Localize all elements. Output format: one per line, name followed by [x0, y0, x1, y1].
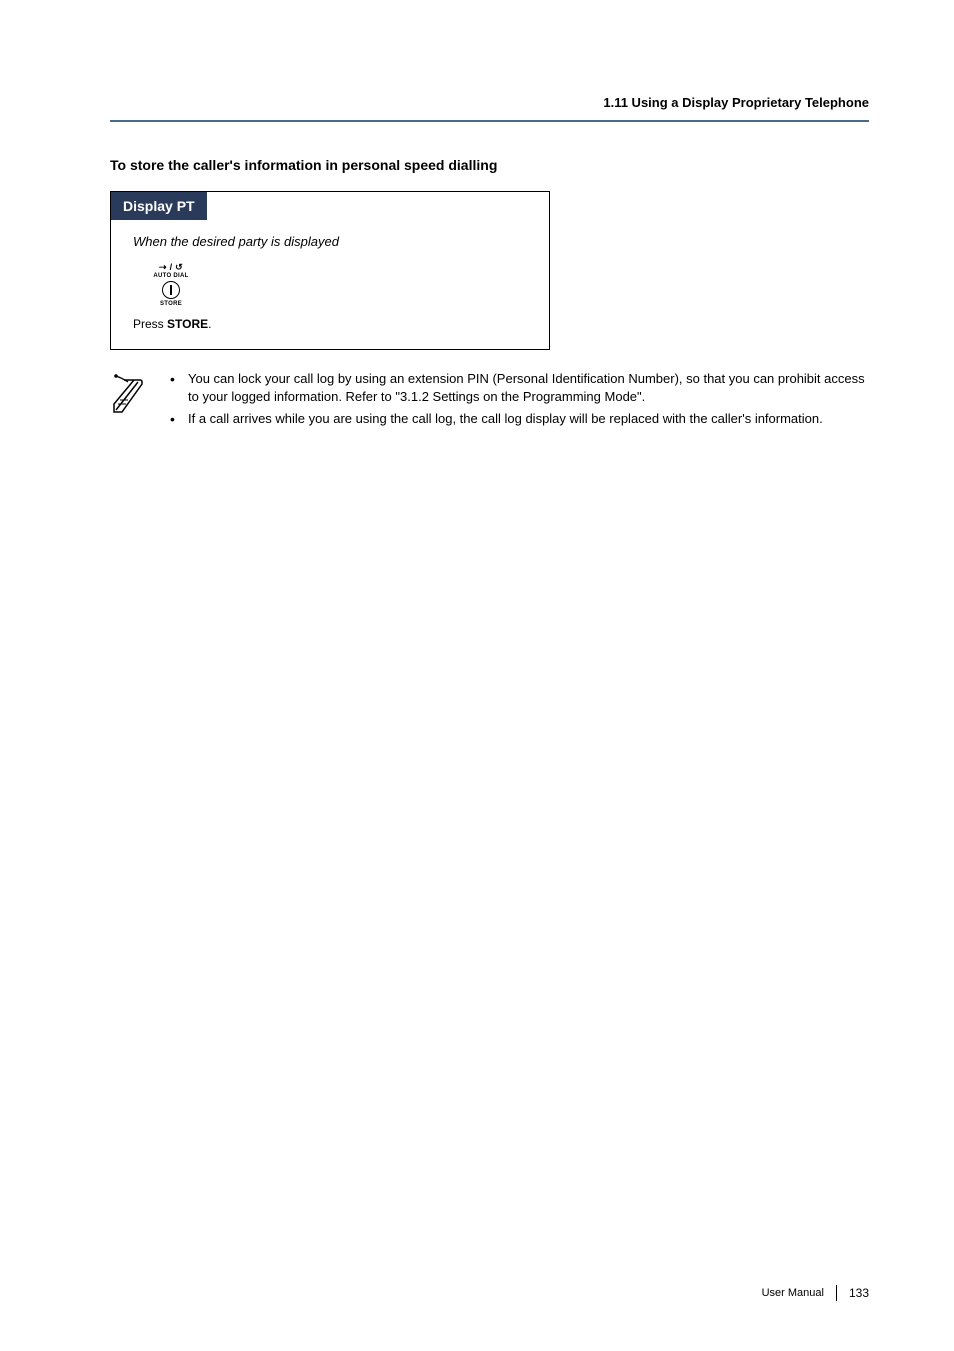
- store-label: STORE: [160, 301, 182, 307]
- footer-label: User Manual: [762, 1287, 824, 1299]
- instruction-suffix: .: [208, 317, 211, 331]
- auto-dial-label: AUTO DIAL: [153, 273, 188, 279]
- procedure-box: Display PT When the desired party is dis…: [110, 191, 550, 350]
- header-breadcrumb: 1.11 Using a Display Proprietary Telepho…: [110, 95, 869, 120]
- button-diagram: ⇢ / ↺ AUTO DIAL STORE: [111, 263, 549, 307]
- notes-section: You can lock your call log by using an e…: [110, 370, 869, 433]
- note-item: If a call arrives while you are using th…: [166, 410, 869, 428]
- footer-divider: [836, 1285, 837, 1301]
- page-footer: User Manual 133: [762, 1285, 869, 1301]
- page-number: 133: [849, 1286, 869, 1300]
- procedure-tab: Display PT: [111, 192, 207, 220]
- button-inner-line: [170, 285, 172, 295]
- button-circle-icon: [162, 281, 180, 299]
- note-item: You can lock your call log by using an e…: [166, 370, 869, 406]
- notes-icon: [110, 372, 148, 419]
- page-container: 1.11 Using a Display Proprietary Telepho…: [0, 0, 954, 1351]
- notes-list: You can lock your call log by using an e…: [166, 370, 869, 433]
- arrow-glyphs-icon: ⇢ / ↺: [153, 263, 188, 272]
- button-top-label: ⇢ / ↺ AUTO DIAL: [153, 263, 188, 279]
- instruction-text: Press STORE.: [111, 307, 549, 331]
- section-title: To store the caller's information in per…: [110, 157, 869, 173]
- auto-dial-store-button-icon: ⇢ / ↺ AUTO DIAL STORE: [141, 263, 201, 307]
- header-rule: [110, 120, 869, 122]
- instruction-bold: STORE: [167, 317, 208, 331]
- instruction-prefix: Press: [133, 317, 167, 331]
- procedure-subtitle: When the desired party is displayed: [111, 220, 549, 263]
